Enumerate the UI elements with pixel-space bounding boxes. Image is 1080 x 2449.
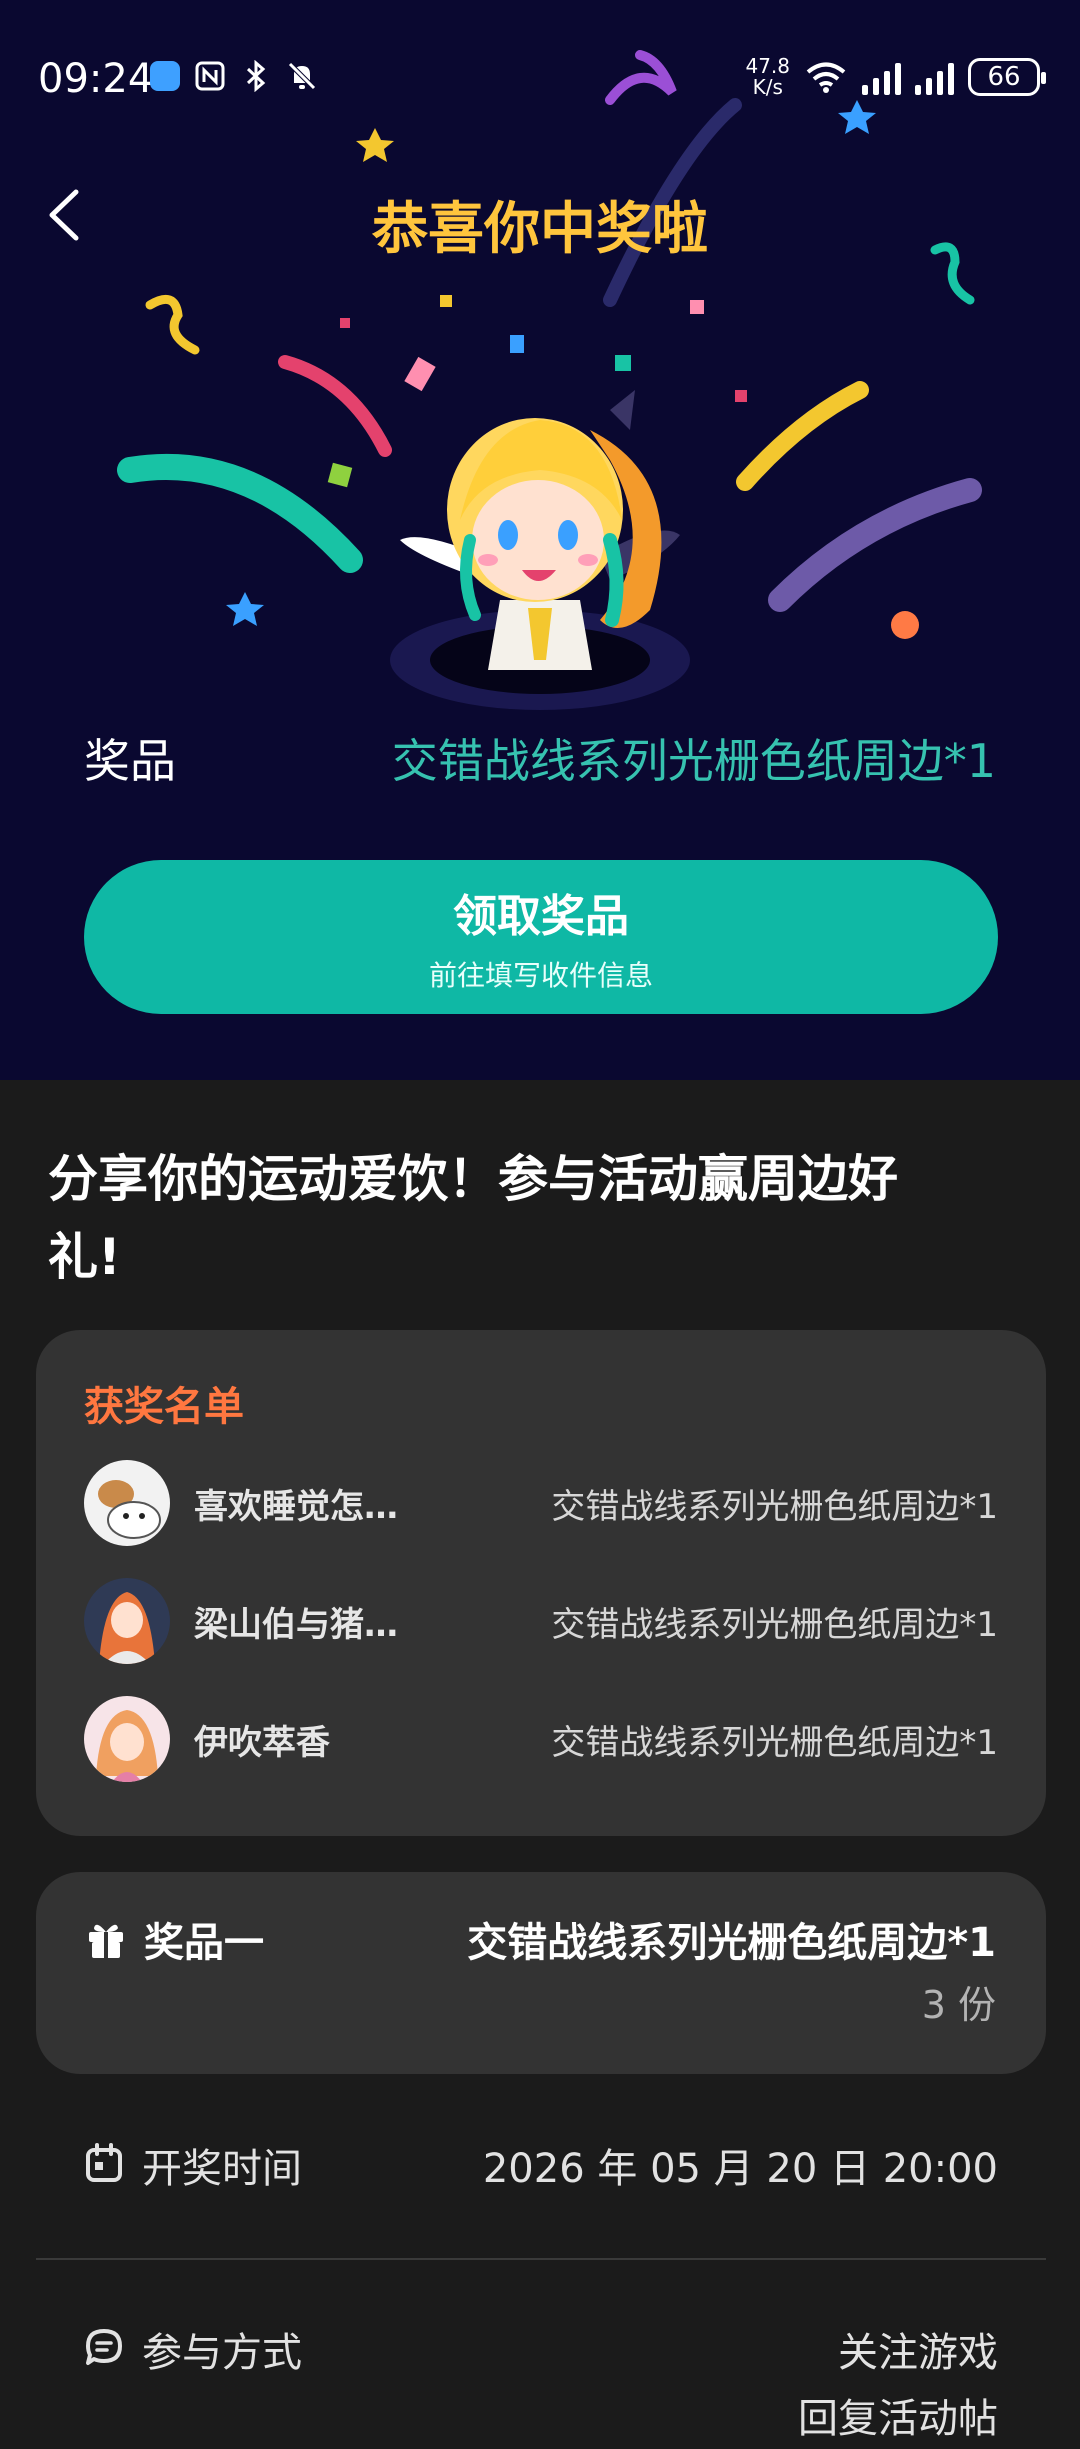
claim-prize-button[interactable]: 领取奖品 前往填写收件信息	[84, 860, 998, 1014]
list-item[interactable]: 伊吹萃香 交错战线系列光栅色纸周边*1	[84, 1696, 998, 1782]
hero-section: 09:24 47.8 K/s 66 恭喜你中奖啦 奖品 交错战线系列光栅色纸周边…	[0, 0, 1080, 1080]
activity-heading: 分享你的运动爱饮！参与活动赢周边好 礼!	[48, 1150, 898, 1286]
winner-name: 喜欢睡觉怎…	[194, 1486, 398, 1527]
winners-list: 获奖名单 喜欢睡觉怎… 交错战线系列光栅色纸周边*1 梁山伯与猪… 交错战线系列…	[36, 1330, 1046, 1836]
claim-button-sublabel: 前往填写收件信息	[428, 959, 653, 992]
app-notification-icon	[150, 61, 180, 91]
status-time: 09:24	[38, 56, 154, 102]
draw-time-row: 开奖时间 2026 年 05 月 20 日 20:00	[84, 2136, 998, 2202]
status-bar: 09:24 47.8 K/s 66	[0, 0, 1080, 160]
prize-row: 奖品 交错战线系列光栅色纸周边*1	[84, 718, 996, 798]
battery-icon: 66	[968, 58, 1046, 96]
participate-label: 参与方式	[142, 2330, 302, 2376]
participate-row: 参与方式 关注游戏 回复活动帖	[84, 2320, 998, 2449]
mascot-illustration	[390, 390, 690, 710]
list-item[interactable]: 喜欢睡觉怎… 交错战线系列光栅色纸周边*1	[84, 1460, 998, 1546]
prize-value: 交错战线系列光栅色纸周边*1	[391, 734, 996, 788]
winner-name: 伊吹萃香	[194, 1722, 330, 1763]
winner-name: 梁山伯与猪…	[194, 1604, 398, 1645]
wifi-icon	[804, 61, 848, 93]
divider	[36, 2258, 1046, 2260]
prize-card-label: 奖品一	[144, 1920, 264, 1966]
prize-card-count: 3 份	[921, 1983, 996, 2027]
winner-prize: 交错战线系列光栅色纸周边*1	[551, 1604, 998, 1645]
gift-icon	[86, 1918, 126, 1960]
mute-bell-icon	[286, 60, 318, 92]
participate-value: 关注游戏 回复活动帖	[798, 2330, 998, 2442]
avatar	[84, 1696, 170, 1782]
comment-icon	[84, 2327, 124, 2371]
nfc-icon	[194, 60, 226, 92]
prize-card: 奖品一 交错战线系列光栅色纸周边*1 3 份	[36, 1872, 1046, 2074]
prize-card-value: 交错战线系列光栅色纸周边*1	[467, 1920, 996, 1966]
avatar	[84, 1460, 170, 1546]
page-title: 恭喜你中奖啦	[372, 197, 708, 262]
signal-icon-1	[862, 59, 901, 95]
network-speed: 47.8 K/s	[745, 54, 790, 99]
winners-title: 获奖名单	[84, 1384, 244, 1430]
draw-time-label: 开奖时间	[142, 2146, 302, 2192]
prize-label: 奖品	[84, 734, 176, 788]
calendar-icon	[84, 2142, 124, 2188]
winner-prize: 交错战线系列光栅色纸周边*1	[551, 1486, 998, 1527]
signal-icon-2	[915, 59, 954, 95]
winner-prize: 交错战线系列光栅色纸周边*1	[551, 1722, 998, 1763]
avatar	[84, 1578, 170, 1664]
draw-time-value: 2026 年 05 月 20 日 20:00	[482, 2146, 998, 2192]
list-item[interactable]: 梁山伯与猪… 交错战线系列光栅色纸周边*1	[84, 1578, 998, 1664]
bluetooth-icon	[240, 60, 272, 92]
claim-button-label: 领取奖品	[453, 891, 629, 942]
